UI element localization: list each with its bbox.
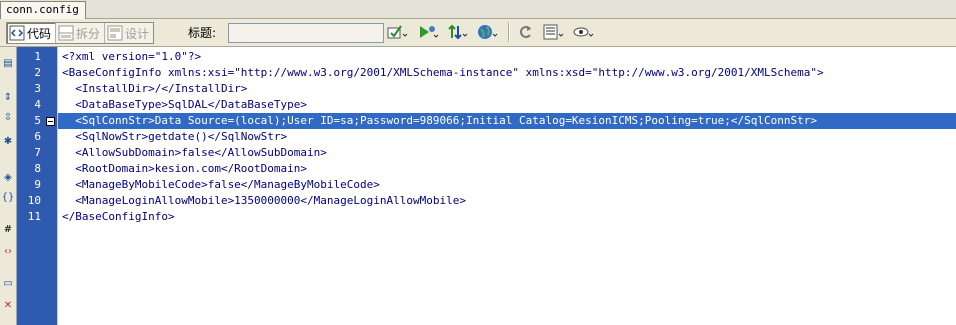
line-number: 8: [34, 162, 41, 175]
code-line[interactable]: <RootDomain>kesion.com</RootDomain>: [58, 161, 956, 177]
line-number: 10: [27, 194, 41, 207]
code-line[interactable]: </BaseConfigInfo>: [58, 209, 956, 225]
code-view-label: 代码: [27, 26, 52, 41]
remove-comment-icon[interactable]: ✕: [1, 299, 15, 313]
collapse-toggle-icon[interactable]: [46, 117, 55, 126]
file-transfer-icon[interactable]: [446, 22, 470, 42]
refresh-icon[interactable]: [514, 22, 538, 42]
view-mode-switch: 代码 拆分 设计: [6, 22, 155, 44]
split-view-label: 拆分: [76, 26, 101, 41]
code-line[interactable]: <SqlConnStr>Data Source=(local);User ID=…: [58, 113, 956, 129]
collapse-tag-icon[interactable]: ⇕: [1, 91, 15, 105]
validate-icon[interactable]: [386, 22, 410, 42]
code-line[interactable]: <SqlNowStr>getdate()</SqlNowStr>: [58, 129, 956, 145]
line-number: 3: [34, 82, 41, 95]
title-input[interactable]: [228, 23, 384, 43]
balance-braces-icon[interactable]: {}: [1, 191, 15, 205]
code-view-icon: [9, 25, 25, 41]
line-number: 1: [34, 50, 41, 63]
line-number: 4: [34, 98, 41, 111]
line-number: 9: [34, 178, 41, 191]
line-number: 5: [34, 114, 41, 127]
line-number: 2: [34, 66, 41, 79]
line-numbers-icon[interactable]: #: [1, 223, 15, 237]
code-line[interactable]: <InstallDir>/</InstallDir>: [58, 81, 956, 97]
expand-all-icon[interactable]: ✱: [1, 135, 15, 149]
split-view-button[interactable]: 拆分: [56, 23, 106, 43]
code-line[interactable]: <AllowSubDomain>false</AllowSubDomain>: [58, 145, 956, 161]
code-line[interactable]: <ManageByMobileCode>false</ManageByMobil…: [58, 177, 956, 193]
toolbar-separator: [508, 22, 510, 42]
code-line[interactable]: <ManageLoginAllowMobile>1350000000</Mana…: [58, 193, 956, 209]
open-documents-icon[interactable]: ▤: [1, 57, 15, 71]
coding-toolbar: ▤ ⇕ ⇳ ✱ ◈ {} # ‹› ▭ ✕: [0, 47, 17, 325]
code-view-button[interactable]: 代码: [7, 23, 57, 43]
code-line[interactable]: <DataBaseType>SqlDAL</DataBaseType>: [58, 97, 956, 113]
design-view-button[interactable]: 设计: [105, 23, 153, 43]
tab-conn-config[interactable]: conn.config: [0, 1, 86, 19]
view-options-icon[interactable]: [542, 22, 566, 42]
collapse-selection-icon[interactable]: ⇳: [1, 111, 15, 125]
apply-comment-icon[interactable]: ▭: [1, 277, 15, 291]
split-view-icon: [58, 25, 74, 41]
design-view-icon: [107, 25, 123, 41]
line-number: 7: [34, 146, 41, 159]
preview-icon[interactable]: [416, 22, 440, 42]
document-tab-bar: conn.config: [0, 0, 956, 19]
design-view-label: 设计: [125, 26, 150, 41]
code-line[interactable]: <?xml version="1.0"?>: [58, 49, 956, 65]
highlight-invalid-icon[interactable]: ‹›: [1, 245, 15, 259]
line-number-gutter: 1 2 3 4 5 6 7 8 9 10 11: [17, 47, 58, 325]
visual-aids-icon[interactable]: [572, 22, 596, 42]
line-number: 6: [34, 130, 41, 143]
select-parent-tag-icon[interactable]: ◈: [1, 171, 15, 185]
code-editor[interactable]: <?xml version="1.0"?> <BaseConfigInfo xml…: [58, 47, 956, 325]
title-label: 标题:: [188, 26, 217, 40]
code-line[interactable]: <BaseConfigInfo xmlns:xsi="http://www.w3…: [58, 65, 956, 81]
browser-globe-icon[interactable]: [476, 22, 500, 42]
line-number: 11: [27, 210, 41, 223]
